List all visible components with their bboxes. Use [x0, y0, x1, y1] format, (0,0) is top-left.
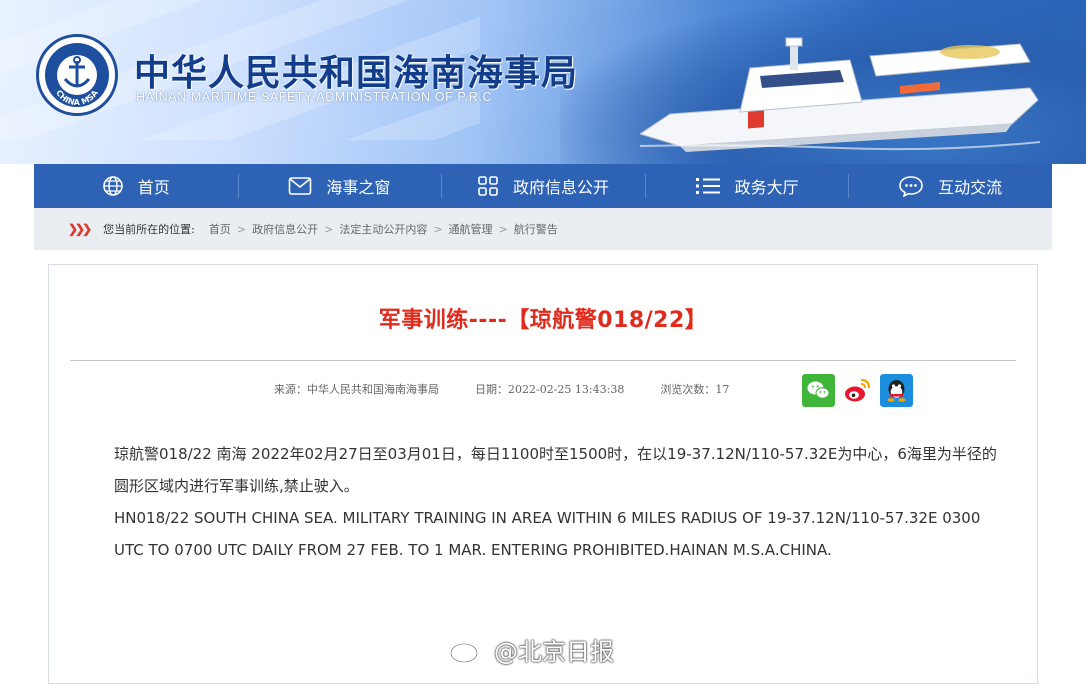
weibo-icon [449, 638, 486, 663]
weibo-icon [841, 374, 874, 407]
ship-illustration [640, 37, 1040, 152]
site-subtitle: HAINAN MARITIME SAFETY ADMINISTRATION OF… [136, 90, 493, 104]
article-date: 日期：2022-02-25 13:43:38 [475, 383, 625, 396]
chat-icon [899, 176, 923, 197]
list-icon [695, 178, 720, 194]
article-meta: 来源：中华人民共和国海南海事局 日期：2022-02-25 13:43:38 浏… [274, 381, 729, 397]
site-title: 中华人民共和国海南海事局 [134, 52, 579, 93]
breadcrumb-separator: > [236, 222, 247, 236]
mail-icon [289, 177, 312, 195]
nav-item-home[interactable]: 首页 [34, 164, 238, 208]
breadcrumb-navigation-mgmt[interactable]: 通航管理 [449, 221, 493, 237]
article-body-cn: 琼航警018/22 南海 2022年02月27日至03月01日，每日1100时至… [114, 445, 997, 495]
article-source: 来源：中华人民共和国海南海事局 [274, 383, 439, 396]
breadcrumb-separator: > [324, 222, 334, 236]
header-banner: CHINA MSA 中华人民共和国海南海事局 HAINAN MARITIME S… [0, 0, 1086, 164]
grid-icon [478, 176, 498, 196]
nav-label: 首页 [137, 178, 170, 197]
breadcrumb-home[interactable]: 首页 [209, 221, 231, 237]
breadcrumb-prefix: 您当前所在的位置: [103, 223, 195, 236]
msa-logo[interactable]: CHINA MSA [36, 34, 118, 116]
breadcrumb-gov-info[interactable]: 政府信息公开 [252, 221, 318, 237]
anchor-icon: CHINA MSA [54, 55, 100, 107]
nav-label: 互动交流 [938, 178, 1003, 197]
breadcrumb: ❯❯❯ 您当前所在的位置: 首页 > 政府信息公开 > 法定主动公开内容 > 通… [34, 208, 1052, 250]
nav-item-gov-info[interactable]: 政府信息公开 [441, 164, 645, 208]
title-divider [70, 360, 1016, 361]
qq-icon [880, 374, 913, 407]
double-chevron-icon: ❯❯❯ [68, 222, 92, 236]
article-title: 军事训练----【琼航警018/22】 [378, 308, 708, 333]
nav-item-msa-window[interactable]: 海事之窗 [237, 164, 442, 208]
nav-label: 海事之窗 [326, 178, 391, 197]
watermark-text: @北京日报 [494, 638, 614, 666]
breadcrumb-separator: > [433, 222, 443, 236]
nav-label: 政务大厅 [734, 178, 799, 197]
breadcrumb-separator: > [498, 222, 508, 236]
nav-item-service-hall[interactable]: 政务大厅 [644, 164, 849, 208]
breadcrumb-nav-warning[interactable]: 航行警告 [514, 221, 558, 237]
main-nav: 首页 海事之窗 政府信息公开 政务大厅 互动交流 [34, 164, 1052, 208]
share-weibo-button[interactable] [841, 374, 874, 407]
share-qq-button[interactable] [880, 374, 913, 407]
article-body: 琼航警018/22 南海 2022年02月27日至03月01日，每日1100时至… [82, 438, 1002, 566]
breadcrumb-statutory[interactable]: 法定主动公开内容 [339, 221, 427, 237]
nav-label: 政府信息公开 [512, 178, 609, 197]
article-body-en: HN018/22 SOUTH CHINA SEA. MILITARY TRAIN… [114, 509, 981, 559]
article-views: 浏览次数：17 [660, 383, 730, 396]
watermark: @北京日报 [448, 632, 614, 667]
globe-icon [102, 176, 123, 196]
share-buttons [802, 374, 913, 407]
wechat-icon [802, 374, 835, 407]
nav-item-interaction[interactable]: 互动交流 [848, 164, 1052, 208]
share-wechat-button[interactable] [802, 374, 835, 407]
